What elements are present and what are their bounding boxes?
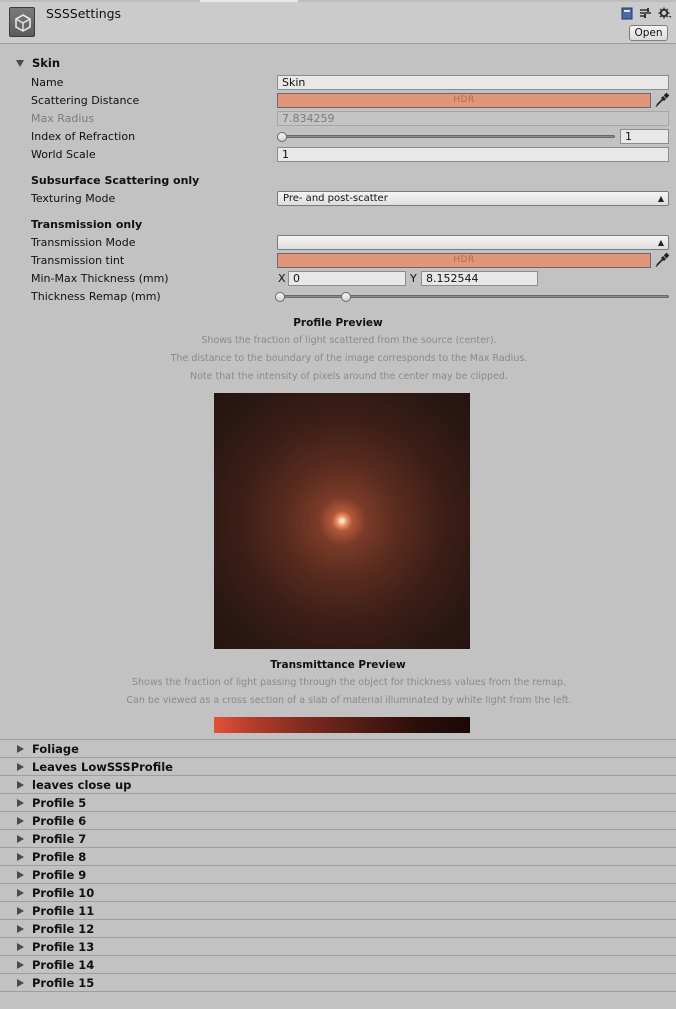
profile-preview-desc-3: Note that the intensity of pixels around… (190, 371, 508, 382)
profile-preview-image (214, 393, 470, 649)
y-label: Y (410, 272, 417, 285)
foldout-profile-label: Profile 14 (32, 958, 95, 972)
foldout-profile-label: Profile 12 (32, 922, 95, 936)
texturing-mode-value: Pre- and post-scatter (283, 193, 388, 204)
foldout-collapsed-icon[interactable] (17, 925, 24, 933)
foldout-profile[interactable]: Profile 12 (0, 919, 676, 937)
scattering-distance-color-field[interactable]: HDR (277, 93, 651, 108)
foldout-collapsed-icon[interactable] (17, 907, 24, 915)
foldout-profile-label: Profile 13 (32, 940, 95, 954)
foldout-profile[interactable]: Profile 14 (0, 955, 676, 973)
foldout-profile-label: Profile 15 (32, 976, 95, 990)
max-radius-field: 7.834259 (277, 111, 669, 126)
thickness-remap-min-thumb[interactable] (275, 292, 285, 302)
name-label: Name (31, 76, 64, 89)
foldout-collapsed-icon[interactable] (17, 889, 24, 897)
transmittance-preview-desc-1: Shows the fraction of light passing thro… (132, 677, 566, 688)
foldout-profile-label: Profile 5 (32, 796, 87, 810)
foldout-collapsed-icon[interactable] (17, 961, 24, 969)
foldout-profile-label: Profile 11 (32, 904, 95, 918)
foldout-collapsed-icon[interactable] (17, 853, 24, 861)
open-button[interactable]: Open (629, 25, 668, 41)
help-book-icon[interactable] (619, 6, 634, 20)
foldout-profile[interactable]: Profile 5 (0, 793, 676, 811)
foldout-profile[interactable]: leaves close up (0, 775, 676, 793)
foldout-profile[interactable]: Profile 11 (0, 901, 676, 919)
ior-slider-track[interactable] (281, 135, 615, 138)
foldout-collapsed-icon[interactable] (17, 799, 24, 807)
dropdown-arrow-icon: ▲︎ (657, 238, 664, 247)
list-end-divider (0, 991, 676, 992)
transmission-tint-color-field[interactable]: HDR (277, 253, 651, 268)
min-max-thickness-label: Min-Max Thickness (mm) (31, 272, 169, 285)
profile-preview-desc-2: The distance to the boundary of the imag… (170, 353, 528, 364)
texturing-mode-dropdown[interactable]: Pre- and post-scatter ▲︎ (277, 191, 669, 206)
max-radius-label: Max Radius (31, 112, 95, 125)
foldout-profile[interactable]: Profile 8 (0, 847, 676, 865)
ior-label: Index of Refraction (31, 130, 136, 143)
transmission-mode-label: Transmission Mode (31, 236, 136, 249)
world-scale-label: World Scale (31, 148, 96, 161)
foldout-profile[interactable]: Profile 13 (0, 937, 676, 955)
foldout-collapsed-icon[interactable] (17, 835, 24, 843)
foldout-profile-label: Leaves LowSSSProfile (32, 760, 173, 774)
foldout-profile-label: Profile 7 (32, 832, 87, 846)
thickness-remap-track[interactable] (279, 295, 669, 298)
foldout-profile[interactable]: Profile 9 (0, 865, 676, 883)
foldout-collapsed-icon[interactable] (17, 763, 24, 771)
preset-icon[interactable] (638, 6, 653, 20)
foldout-profile[interactable]: Profile 15 (0, 973, 676, 991)
sss-only-heading: Subsurface Scattering only (31, 174, 200, 187)
foldout-collapsed-icon[interactable] (17, 745, 24, 753)
foldout-collapsed-icon[interactable] (17, 817, 24, 825)
foldout-skin-label: Skin (32, 56, 61, 70)
foldout-profile-label: Profile 9 (32, 868, 87, 882)
ior-value-field[interactable]: 1 (620, 129, 669, 144)
transmission-only-heading: Transmission only (31, 218, 143, 231)
gear-menu-icon[interactable] (657, 6, 672, 20)
foldout-profile-label: Profile 6 (32, 814, 87, 828)
foldout-collapsed-icon[interactable] (17, 781, 24, 789)
thickness-remap-max-thumb[interactable] (341, 292, 352, 302)
foldout-profile-label: Profile 10 (32, 886, 95, 900)
foldout-profile-label: Profile 8 (32, 850, 87, 864)
eyedropper-icon[interactable] (654, 92, 670, 108)
foldout-collapsed-icon[interactable] (17, 871, 24, 879)
foldout-skin[interactable]: Skin (0, 56, 676, 72)
foldout-profile-label: leaves close up (32, 778, 132, 792)
unity-asset-icon (9, 7, 35, 37)
world-scale-field[interactable]: 1 (277, 147, 669, 162)
transmission-mode-dropdown[interactable]: ▲︎ (277, 235, 669, 250)
name-field[interactable]: Skin (277, 75, 669, 90)
x-label: X (278, 272, 286, 285)
foldout-profile-label: Foliage (32, 742, 79, 756)
foldout-profile[interactable]: Leaves LowSSSProfile (0, 757, 676, 775)
transmittance-preview-desc-2: Can be viewed as a cross section of a sl… (126, 695, 572, 706)
foldout-collapsed-icon[interactable] (17, 943, 24, 951)
transmittance-preview-image (214, 717, 470, 733)
profile-preview-desc-1: Shows the fraction of light scattered fr… (201, 335, 497, 346)
foldout-profile[interactable]: Profile 7 (0, 829, 676, 847)
foldout-collapsed-icon[interactable] (17, 979, 24, 987)
foldout-expanded-icon[interactable] (16, 60, 24, 67)
transmittance-preview-title: Transmittance Preview (270, 659, 406, 671)
profile-preview-title: Profile Preview (293, 317, 383, 329)
foldout-profile[interactable]: Profile 6 (0, 811, 676, 829)
inspector-header: SSSSettings Open (0, 2, 676, 44)
foldout-profile[interactable]: Profile 10 (0, 883, 676, 901)
min-thickness-field[interactable]: 0 (288, 271, 406, 286)
eyedropper-icon[interactable] (654, 252, 670, 268)
scattering-distance-label: Scattering Distance (31, 94, 140, 107)
thickness-remap-label: Thickness Remap (mm) (31, 290, 161, 303)
foldout-profile[interactable]: Foliage (0, 739, 676, 757)
dropdown-arrow-icon: ▲︎ (657, 194, 664, 203)
ior-slider-thumb[interactable] (277, 132, 287, 142)
max-thickness-field[interactable]: 8.152544 (421, 271, 538, 286)
asset-title: SSSSettings (46, 6, 122, 21)
transmission-tint-label: Transmission tint (31, 254, 125, 267)
texturing-mode-label: Texturing Mode (31, 192, 116, 205)
